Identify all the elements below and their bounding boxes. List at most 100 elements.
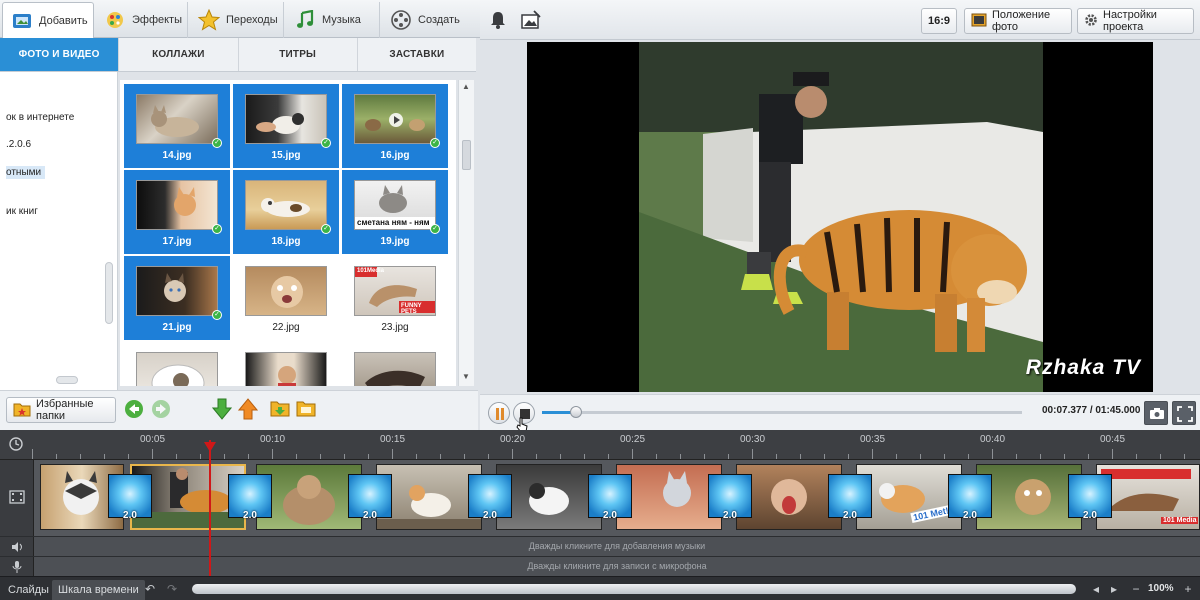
thumb-caption: сметана ням - ням <box>357 218 430 227</box>
media-item[interactable] <box>124 342 230 386</box>
filmstrip-icon <box>9 490 25 507</box>
scroll-right-icon[interactable]: ▸ <box>1106 581 1122 597</box>
timeline-tick-mark <box>608 454 609 459</box>
media-item-21[interactable]: ✓ 21.jpg <box>124 256 230 340</box>
tab-add[interactable]: Добавить <box>2 2 94 38</box>
playhead-line[interactable] <box>209 440 211 576</box>
timeline-ruler[interactable]: 00:05 00:10 00:15 00:20 00:25 00:30 00:3… <box>0 430 1200 460</box>
media-item-15[interactable]: ✓ 15.jpg <box>233 84 339 168</box>
timeline-tick-mark <box>776 454 777 459</box>
redo-icon[interactable]: ↷ <box>164 581 180 597</box>
grid-scroll-thumb[interactable] <box>462 140 471 170</box>
music-track[interactable]: Дважды кликните для добавления музыки <box>0 536 1200 557</box>
timeline-tick-mark <box>32 449 33 459</box>
timeline-tick-mark <box>488 454 489 459</box>
media-item-18[interactable]: ✓ 18.jpg <box>233 170 339 254</box>
thumb-caption: FUNNY PETS <box>401 303 422 315</box>
thumbnail-image <box>245 266 327 316</box>
media-item-19[interactable]: сметана ням - ням ✓ 19.jpg <box>342 170 448 254</box>
timeline-horizontal-scrollbar[interactable] <box>192 584 1076 594</box>
zoom-in-icon[interactable]: + <box>1180 581 1196 597</box>
grid-vertical-scrollbar[interactable]: ▲ ▼ <box>458 80 474 386</box>
tree-horizontal-scrollbar[interactable] <box>56 376 78 384</box>
folder-star-icon <box>13 401 31 420</box>
microphone-track[interactable]: Дважды кликните для записи с микрофона <box>0 556 1200 577</box>
pause-icon <box>495 408 505 423</box>
timeline-tick-mark <box>224 454 225 459</box>
timeline-tick-mark <box>464 454 465 459</box>
subtab-titles[interactable]: ТИТРЫ <box>239 38 358 71</box>
tree-vertical-scrollbar[interactable] <box>105 262 113 324</box>
tree-item[interactable]: ок в интернете <box>6 112 74 123</box>
move-down-icon[interactable] <box>211 398 233 423</box>
zoom-out-icon[interactable]: − <box>1128 581 1144 597</box>
media-item-16[interactable]: ✓ 16.jpg <box>342 84 448 168</box>
bell-icon[interactable] <box>490 11 506 32</box>
transition-duration: 2.0 <box>363 510 377 521</box>
subtab-intros[interactable]: ЗАСТАВКИ <box>358 38 476 71</box>
back-arrow-icon[interactable] <box>124 399 144 422</box>
checkmark-icon: ✓ <box>212 224 222 234</box>
subtab-collages[interactable]: КОЛЛАЖИ <box>119 38 239 71</box>
main-tab-bar: Добавить Эффекты Переходы Музыка Создать <box>0 0 480 38</box>
tab-create[interactable]: Создать <box>382 2 476 38</box>
checkmark-icon: ✓ <box>212 138 222 148</box>
timeline-tick-mark <box>1160 454 1161 459</box>
media-item-17[interactable]: ✓ 17.jpg <box>124 170 230 254</box>
fullscreen-button[interactable] <box>1172 401 1196 425</box>
thumbnail-image <box>245 352 327 386</box>
view-tab-slides[interactable]: Слайды <box>2 580 55 600</box>
tree-item[interactable]: ик книг <box>6 206 38 217</box>
media-filename: 19.jpg <box>380 236 410 247</box>
favorite-folders-button[interactable]: Избранные папки <box>6 397 116 423</box>
scroll-left-icon[interactable]: ◂ <box>1088 581 1104 597</box>
project-settings-button[interactable]: Настройки проекта <box>1077 8 1194 34</box>
timeline-tick-mark <box>1184 454 1185 459</box>
media-item-22[interactable]: 22.jpg <box>233 256 339 340</box>
video-preview[interactable]: Rzhaka TV <box>527 42 1153 392</box>
tab-effects[interactable]: Эффекты <box>96 2 188 38</box>
scroll-down-icon[interactable]: ▼ <box>462 372 470 381</box>
timeline-tick-mark <box>344 454 345 459</box>
timeline-tick-mark <box>56 454 57 459</box>
transition-duration: 2.0 <box>723 510 737 521</box>
music-note-icon <box>294 9 316 31</box>
tab-music[interactable]: Музыка <box>286 2 380 38</box>
media-item[interactable] <box>342 342 448 386</box>
view-tab-timeline[interactable]: Шкала времени <box>52 580 145 600</box>
folder-open-icon[interactable] <box>296 399 316 420</box>
media-item[interactable] <box>233 342 339 386</box>
transition-duration: 2.0 <box>1083 510 1097 521</box>
thumbnail-image <box>354 94 436 144</box>
playback-progress-track[interactable] <box>542 411 1022 414</box>
media-item-23[interactable]: 101Media FUNNY PETS 23.jpg <box>342 256 448 340</box>
scroll-up-icon[interactable]: ▲ <box>462 82 470 91</box>
tab-transitions[interactable]: Переходы <box>190 2 284 38</box>
timeline-video-track[interactable]: 101 Met! 101 Media 2.0 2.0 2.0 2.0 2.0 2… <box>0 460 1200 536</box>
timeline-tick-mark <box>512 449 513 459</box>
forward-arrow-icon[interactable] <box>151 399 171 422</box>
folder-add-icon[interactable] <box>270 399 290 420</box>
move-up-icon[interactable] <box>237 398 259 423</box>
snapshot-button[interactable] <box>1144 401 1168 425</box>
photo-position-button[interactable]: Положение фото <box>964 8 1072 34</box>
bottom-status-bar: Слайды Шкала времени ↶ ↷ ◂ ▸ − 100% + <box>0 576 1200 600</box>
tree-item-selected[interactable]: отными <box>6 166 46 179</box>
timeline-tick-mark <box>248 454 249 459</box>
transition-duration: 2.0 <box>123 510 137 521</box>
media-filename: 18.jpg <box>271 236 301 247</box>
subtab-photo-video[interactable]: ФОТО И ВИДЕО <box>0 38 120 71</box>
transition-duration: 2.0 <box>603 510 617 521</box>
timeline-tick-mark <box>896 454 897 459</box>
timeline-tick-mark <box>440 454 441 459</box>
timeline-tick-mark <box>1112 449 1113 459</box>
photo-enhance-icon[interactable] <box>520 10 542 33</box>
playback-progress-knob[interactable] <box>570 406 583 418</box>
tree-item[interactable]: .2.0.6 <box>6 139 31 150</box>
media-item-14[interactable]: ✓ 14.jpg <box>124 84 230 168</box>
pause-button[interactable] <box>488 402 510 424</box>
undo-icon[interactable]: ↶ <box>142 581 158 597</box>
aspect-ratio-button[interactable]: 16:9 <box>921 8 957 34</box>
media-filename: 23.jpg <box>381 322 409 333</box>
timeline-tick-mark <box>368 454 369 459</box>
